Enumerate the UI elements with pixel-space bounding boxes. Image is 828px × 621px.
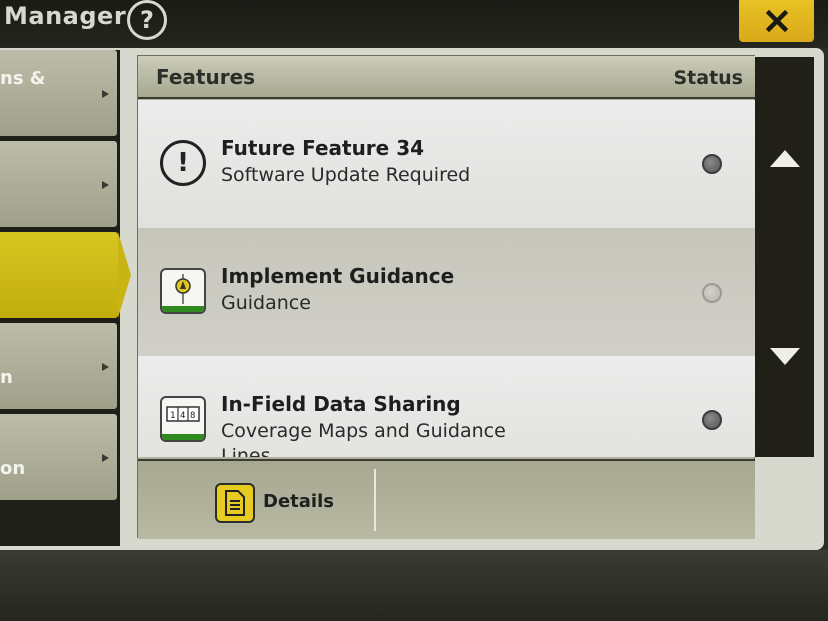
green-bar bbox=[162, 306, 204, 312]
feature-row-future-feature[interactable]: ! Future Feature 34 Software Update Requ… bbox=[138, 100, 755, 228]
feature-title: Implement Guidance bbox=[221, 264, 455, 288]
footer-bar: Details bbox=[138, 459, 755, 539]
feature-subtitle: Guidance bbox=[221, 292, 311, 314]
bezel-bottom bbox=[0, 550, 828, 621]
scroll-up-button[interactable] bbox=[755, 57, 814, 257]
implement-guidance-icon bbox=[160, 268, 206, 314]
features-panel: Features Status ! Future Feature 34 Soft… bbox=[137, 55, 755, 539]
alert-icon: ! bbox=[160, 140, 206, 186]
table-header: Features Status bbox=[138, 56, 755, 99]
chevron-right-icon bbox=[102, 90, 109, 98]
sidebar-item-1[interactable]: ns & bbox=[0, 50, 117, 136]
feature-subtitle: Coverage Maps and Guidance Lines bbox=[221, 420, 506, 457]
arrow-down-icon bbox=[769, 348, 800, 365]
sidebar-item-3-active[interactable] bbox=[0, 232, 131, 318]
feature-title: In-Field Data Sharing bbox=[221, 392, 461, 416]
details-button[interactable]: Details bbox=[211, 481, 401, 525]
features-list: ! Future Feature 34 Software Update Requ… bbox=[138, 100, 755, 457]
close-button[interactable] bbox=[739, 0, 814, 42]
chevron-right-icon bbox=[102, 363, 109, 371]
scroll-controls bbox=[755, 57, 814, 457]
svg-text:8: 8 bbox=[190, 411, 195, 421]
sidebar-item-label: ns & bbox=[0, 68, 46, 89]
divider bbox=[374, 469, 376, 531]
column-header-features: Features bbox=[156, 65, 256, 89]
sidebar-item-label: on bbox=[0, 458, 26, 479]
details-label: Details bbox=[263, 491, 334, 512]
close-icon bbox=[765, 9, 788, 33]
feature-title: Future Feature 34 bbox=[221, 136, 425, 160]
chevron-right-icon bbox=[102, 181, 109, 189]
green-bar bbox=[162, 434, 204, 440]
sidebar-item-2[interactable] bbox=[0, 141, 117, 227]
arrow-up-icon bbox=[769, 150, 800, 167]
feature-subtitle: Software Update Required bbox=[221, 164, 471, 186]
sidebar-item-label: n bbox=[0, 367, 13, 388]
help-icon[interactable]: ? bbox=[127, 0, 167, 40]
top-bar: Manager ? bbox=[0, 0, 828, 48]
column-header-status: Status bbox=[673, 67, 743, 89]
document-icon bbox=[215, 483, 255, 523]
status-indicator bbox=[702, 154, 722, 174]
data-sharing-icon: 1 4 8 bbox=[160, 396, 206, 442]
scroll-down-button[interactable] bbox=[755, 257, 814, 457]
feature-row-in-field-data-sharing[interactable]: 1 4 8 In-Field Data Sharing Coverage Map… bbox=[138, 356, 755, 457]
svg-text:4: 4 bbox=[180, 411, 185, 421]
svg-text:1: 1 bbox=[170, 411, 175, 421]
sidebar-item-4[interactable]: n bbox=[0, 323, 117, 409]
status-indicator bbox=[702, 283, 722, 303]
feature-row-implement-guidance[interactable]: Implement Guidance Guidance bbox=[138, 228, 755, 356]
chevron-right-icon bbox=[102, 454, 109, 462]
app-title: Manager bbox=[4, 2, 127, 30]
status-indicator bbox=[702, 410, 722, 430]
sidebar-item-5[interactable]: on bbox=[0, 414, 117, 500]
sidebar: ns & n on bbox=[0, 50, 131, 546]
